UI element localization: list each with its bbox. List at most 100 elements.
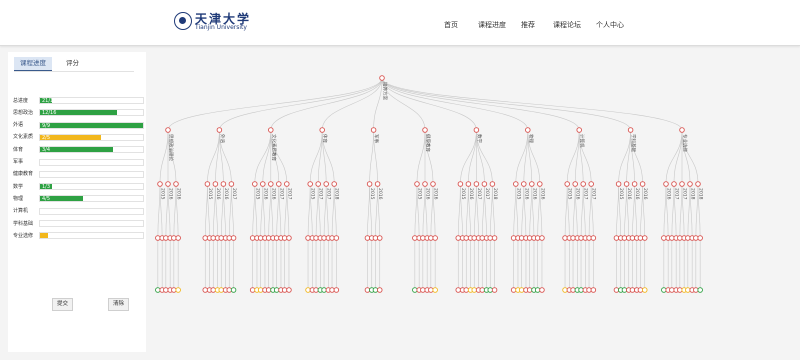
nav-course-forum[interactable]: 课程论坛 (553, 20, 581, 30)
requirement-node[interactable] (539, 235, 545, 241)
requirement-node[interactable] (642, 235, 648, 241)
term-node[interactable] (513, 181, 519, 187)
term-node[interactable] (564, 181, 570, 187)
course-node[interactable] (590, 287, 597, 293)
tianjin-university-logo[interactable]: 天津大学 Tianjin University (174, 10, 249, 34)
course-node[interactable] (230, 287, 237, 293)
term-label: 2018 (698, 188, 704, 200)
course-node[interactable] (697, 287, 703, 293)
requirement-node[interactable] (491, 235, 498, 241)
term-node[interactable] (165, 181, 171, 187)
category-node[interactable] (473, 127, 480, 133)
term-node[interactable] (537, 181, 543, 187)
term-node[interactable] (521, 181, 527, 187)
nav-home[interactable]: 首页 (444, 20, 458, 30)
term-node[interactable] (374, 181, 381, 187)
course-node[interactable] (491, 287, 498, 293)
term-node[interactable] (671, 181, 677, 187)
curriculum-tree: 2015 2016 2016思想政治理论2015 2016 2016 2017外语2015… (155, 75, 704, 293)
tab-score[interactable]: 评分 (60, 57, 85, 70)
term-node[interactable] (366, 181, 373, 187)
category-node[interactable] (679, 127, 685, 133)
term-node[interactable] (268, 181, 274, 187)
term-node[interactable] (157, 181, 163, 187)
requirement-node[interactable] (333, 235, 340, 241)
term-node[interactable] (623, 181, 630, 187)
requirement-node[interactable] (230, 235, 237, 241)
course-node[interactable] (642, 287, 648, 293)
requirement-node[interactable] (286, 235, 292, 241)
term-node[interactable] (481, 181, 488, 187)
requirement-node[interactable] (175, 235, 181, 241)
term-node[interactable] (315, 181, 321, 187)
term-node[interactable] (228, 181, 235, 187)
term-node[interactable] (323, 181, 329, 187)
term-node[interactable] (173, 181, 179, 187)
term-node[interactable] (695, 181, 701, 187)
nav-recommend[interactable]: 推荐 (521, 20, 535, 30)
course-node[interactable] (432, 287, 438, 293)
term-node[interactable] (687, 181, 693, 187)
term-label: 2017 (476, 188, 482, 200)
term-node[interactable] (473, 181, 480, 187)
category-node[interactable] (576, 127, 582, 133)
course-node[interactable] (377, 287, 383, 293)
category-node[interactable] (370, 127, 377, 133)
term-node[interactable] (457, 181, 464, 187)
term-node[interactable] (631, 181, 638, 187)
term-node[interactable] (260, 181, 266, 187)
requirement-node[interactable] (697, 235, 703, 241)
category-label: 外语 (219, 134, 226, 143)
tab-course-progress[interactable]: 课程进度 (14, 57, 52, 71)
requirement-node[interactable] (432, 235, 438, 241)
course-node[interactable] (333, 287, 340, 293)
requirement-node[interactable] (590, 235, 597, 241)
term-node[interactable] (639, 181, 646, 187)
category-label: 军事 (373, 134, 380, 143)
tree-link (270, 77, 383, 131)
nav-course-progress[interactable]: 课程进度 (478, 20, 506, 30)
term-node[interactable] (529, 181, 535, 187)
term-node[interactable] (414, 181, 420, 187)
course-node[interactable] (286, 287, 292, 293)
term-node[interactable] (422, 181, 428, 187)
clear-button[interactable]: 清除 (108, 298, 130, 311)
progress-row-label: 总进度 (13, 97, 29, 104)
term-label: 2017 (591, 188, 597, 200)
term-node[interactable] (307, 181, 313, 187)
category-node[interactable] (268, 127, 274, 133)
course-node[interactable] (539, 287, 545, 293)
term-node[interactable] (276, 181, 282, 187)
term-node[interactable] (489, 181, 496, 187)
term-node[interactable] (220, 181, 227, 187)
term-node[interactable] (204, 181, 211, 187)
category-node[interactable] (525, 127, 531, 133)
category-node[interactable] (627, 127, 634, 133)
term-node[interactable] (580, 181, 586, 187)
term-node[interactable] (588, 181, 594, 187)
root-node[interactable] (379, 75, 385, 81)
term-node[interactable] (430, 181, 436, 187)
term-node[interactable] (284, 181, 290, 187)
term-node[interactable] (615, 181, 622, 187)
category-node[interactable] (319, 127, 325, 133)
term-node[interactable] (252, 181, 258, 187)
category-node[interactable] (216, 127, 223, 133)
term-label: 2017 (682, 188, 688, 200)
category-node[interactable] (165, 127, 171, 133)
logo-english-name: Tianjin University (195, 24, 247, 31)
category-label: 学科基础 (630, 134, 637, 152)
term-node[interactable] (572, 181, 578, 187)
term-label: 2017 (674, 188, 680, 200)
submit-button[interactable]: 提交 (52, 298, 74, 311)
progress-row-label: 思想政治 (13, 109, 34, 116)
term-node[interactable] (331, 181, 337, 187)
term-node[interactable] (465, 181, 472, 187)
term-node[interactable] (679, 181, 685, 187)
course-node[interactable] (175, 287, 181, 293)
requirement-node[interactable] (377, 235, 383, 241)
term-node[interactable] (212, 181, 219, 187)
term-node[interactable] (663, 181, 669, 187)
category-node[interactable] (422, 127, 428, 133)
nav-personal-center[interactable]: 个人中心 (596, 20, 624, 30)
